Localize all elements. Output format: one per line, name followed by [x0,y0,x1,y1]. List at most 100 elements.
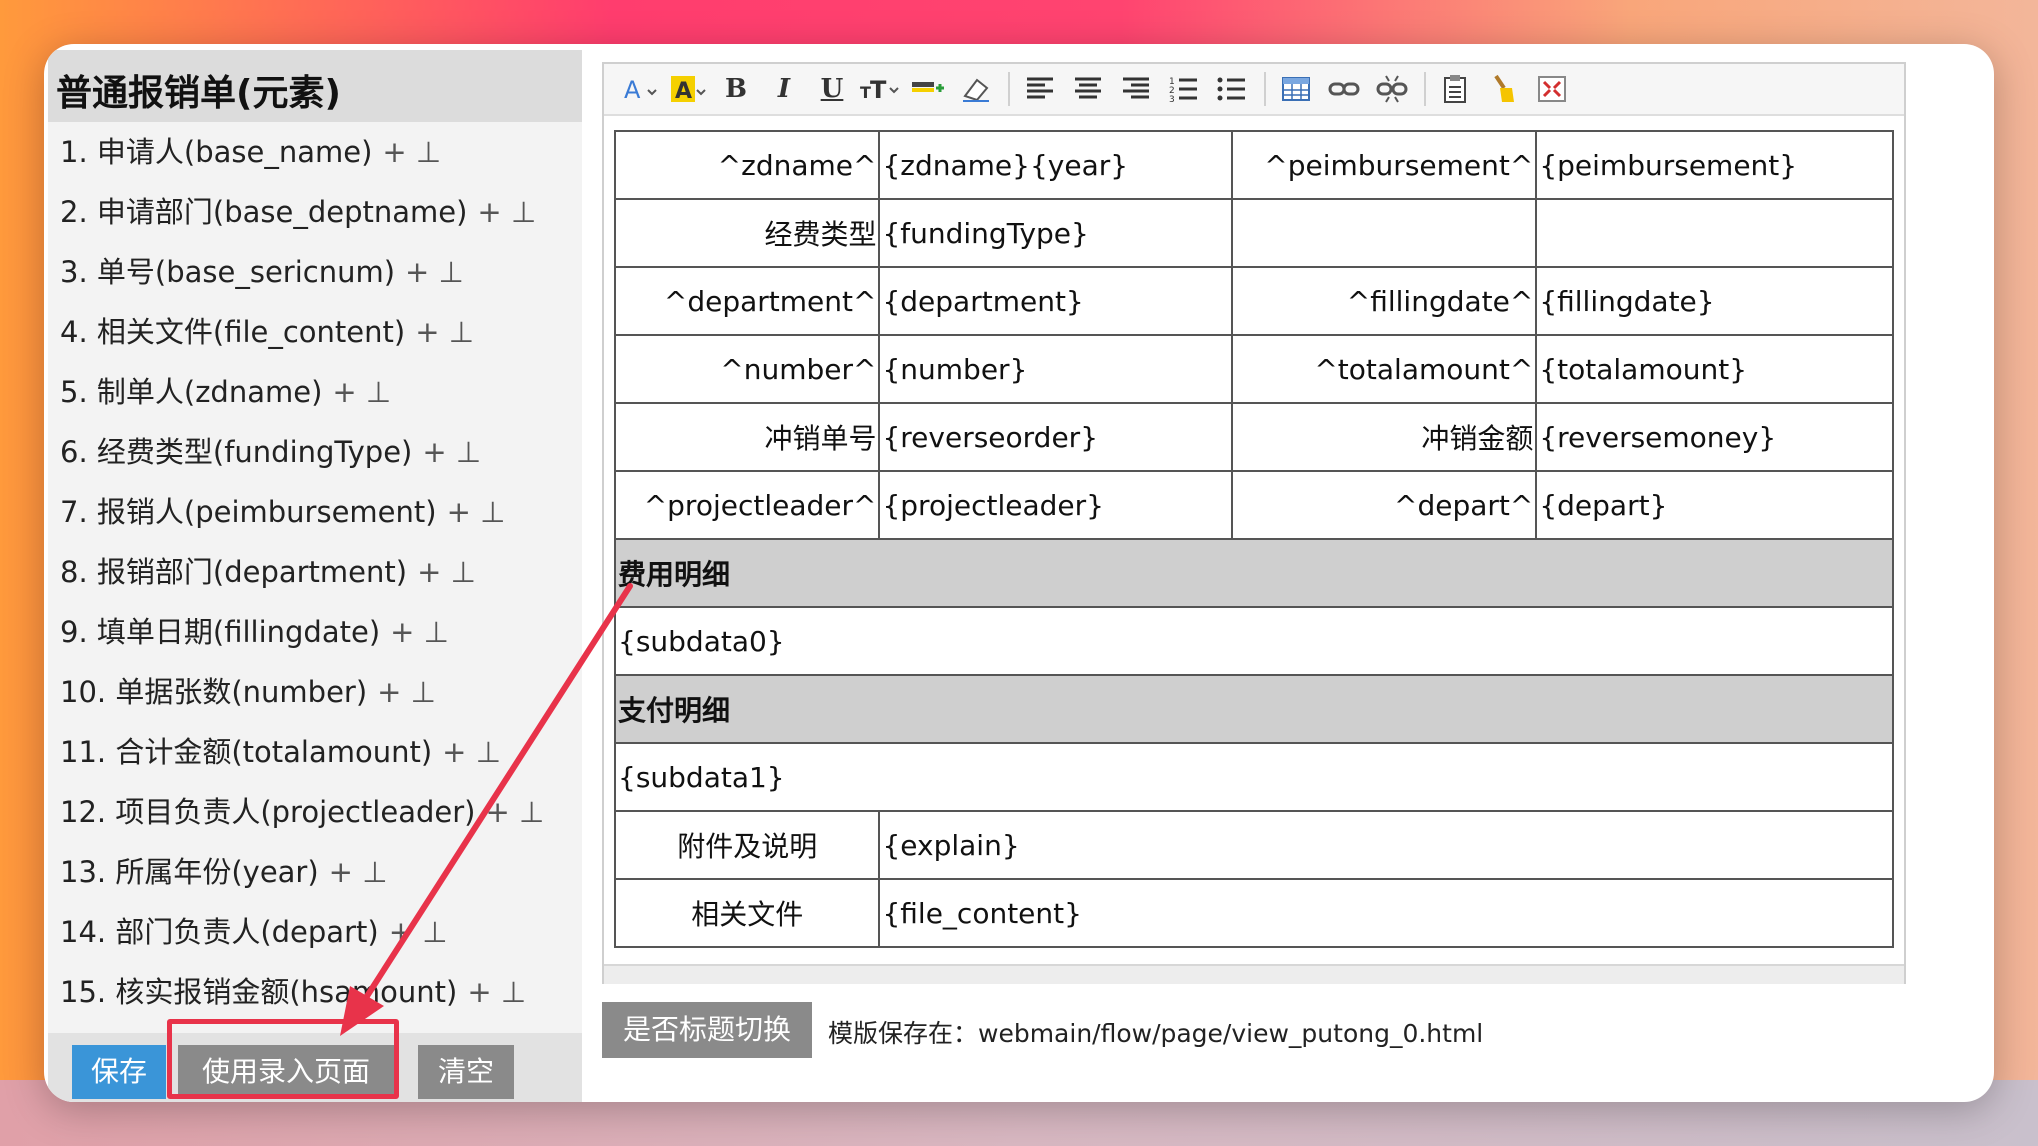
align-left-icon[interactable] [1020,69,1060,109]
font-size-icon[interactable]: A [620,69,660,109]
save-button[interactable]: 保存 [72,1045,166,1099]
table-cell-value[interactable]: {peimbursement} [1535,130,1894,200]
field-ops[interactable]: + ⊥ [389,915,448,949]
field-label[interactable]: 3. 单号(base_sericnum) [60,255,395,289]
field-label[interactable]: 4. 相关文件(file_content) [60,315,405,349]
field-ops[interactable]: + ⊥ [382,135,441,169]
bold-icon[interactable]: B [716,69,756,109]
field-label[interactable]: 15. 核实报销金额(hsamount) [60,975,457,1009]
table-cell-value[interactable]: {zdname}{year} [878,130,1233,200]
highlight-icon[interactable] [908,69,948,109]
field-item[interactable]: 4. 相关文件(file_content) + ⊥ [60,302,582,362]
field-ops[interactable]: + ⊥ [332,375,391,409]
field-label[interactable]: 12. 项目负责人(projectleader) [60,795,475,829]
table-cell-value[interactable]: {number} [878,334,1233,404]
field-item[interactable]: 13. 所属年份(year) + ⊥ [60,842,582,902]
table-cell-label[interactable]: 经费类型 [613,198,881,268]
field-label[interactable]: 11. 合计金额(totalamount) [60,735,432,769]
table-cell-value[interactable]: {totalamount} [1535,334,1894,404]
field-item[interactable]: 2. 申请部门(base_deptname) + ⊥ [60,182,582,242]
field-ops[interactable]: + ⊥ [417,555,476,589]
field-label[interactable]: 7. 报销人(peimbursement) [60,495,437,529]
field-item[interactable]: 6. 经费类型(fundingType) + ⊥ [60,422,582,482]
table-cell-value[interactable]: {fundingType} [878,198,1233,268]
subdata-cell[interactable]: {subdata0} [614,606,1894,676]
field-label[interactable]: 14. 部门负责人(depart) [60,915,379,949]
field-item[interactable]: 11. 合计金额(totalamount) + ⊥ [60,722,582,782]
eraser-icon[interactable] [956,69,996,109]
field-ops[interactable]: + ⊥ [442,735,501,769]
table-cell-value[interactable]: {department} [878,266,1233,336]
table-cell-value[interactable]: {reversemoney} [1535,402,1894,472]
field-label[interactable]: 9. 填单日期(fillingdate) [60,615,380,649]
table-cell-label[interactable]: 冲销单号 [613,402,881,472]
table-cell-value[interactable]: {explain} [878,810,1894,880]
table-cell-label[interactable]: ^zdname^ [613,130,881,200]
table-cell-label[interactable]: 附件及说明 [613,810,881,880]
field-ops[interactable]: + ⊥ [485,795,544,829]
unordered-list-icon[interactable] [1212,69,1252,109]
table-cell-label[interactable]: ^fillingdate^ [1230,266,1538,336]
table-cell-value[interactable]: {projectleader} [878,470,1233,540]
field-item[interactable]: 9. 填单日期(fillingdate) + ⊥ [60,602,582,662]
field-ops[interactable]: + ⊥ [477,195,536,229]
field-item[interactable]: 12. 项目负责人(projectleader) + ⊥ [60,782,582,842]
unlink-icon[interactable] [1372,69,1412,109]
align-right-icon[interactable] [1116,69,1156,109]
field-item[interactable]: 1. 申请人(base_name) + ⊥ [60,122,582,182]
field-ops[interactable]: + ⊥ [422,435,481,469]
fullscreen-icon[interactable] [1532,69,1572,109]
table-cell-label[interactable]: ^totalamount^ [1230,334,1538,404]
field-ops[interactable]: + ⊥ [415,315,474,349]
ordered-list-icon[interactable]: 123 [1164,69,1204,109]
subdata-cell[interactable]: {subdata1} [614,742,1894,812]
italic-icon[interactable]: I [764,69,804,109]
table-cell-label[interactable]: 冲销金额 [1230,402,1538,472]
field-item[interactable]: 3. 单号(base_sericnum) + ⊥ [60,242,582,302]
table-cell-label[interactable]: ^peimbursement^ [1230,130,1538,200]
field-ops[interactable]: + ⊥ [377,675,436,709]
table-cell-value[interactable]: {depart} [1535,470,1894,540]
field-label[interactable]: 8. 报销部门(department) [60,555,407,589]
field-ops[interactable]: + ⊥ [390,615,449,649]
table-cell-empty[interactable] [1230,198,1538,268]
table-cell-empty[interactable] [1535,198,1894,268]
field-item[interactable]: 15. 核实报销金额(hsamount) + ⊥ [60,962,582,1022]
field-item[interactable]: 8. 报销部门(department) + ⊥ [60,542,582,602]
field-ops[interactable]: + ⊥ [447,495,506,529]
field-label[interactable]: 5. 制单人(zdname) [60,375,322,409]
field-ops[interactable]: + ⊥ [329,855,388,889]
underline-icon[interactable]: U [812,69,852,109]
table-cell-label[interactable]: 相关文件 [613,878,881,948]
field-label[interactable]: 2. 申请部门(base_deptname) [60,195,467,229]
field-label[interactable]: 1. 申请人(base_name) [60,135,372,169]
field-item[interactable]: 14. 部门负责人(depart) + ⊥ [60,902,582,962]
align-center-icon[interactable] [1068,69,1108,109]
field-label[interactable]: 6. 经费类型(fundingType) [60,435,412,469]
paste-icon[interactable] [1436,69,1476,109]
field-item[interactable]: 10. 单据张数(number) + ⊥ [60,662,582,722]
font-color-icon[interactable]: A [668,69,708,109]
editor-resize-bar[interactable] [604,964,1904,984]
table-cell-value[interactable]: {fillingdate} [1535,266,1894,336]
field-ops[interactable]: + ⊥ [405,255,464,289]
table-cell-label[interactable]: ^department^ [613,266,881,336]
format-brush-icon[interactable] [1484,69,1524,109]
editor-content[interactable]: ^zdname^ {zdname}{year} ^peimbursement^ … [613,130,1898,948]
table-cell-label[interactable]: ^projectleader^ [613,470,881,540]
section-header-expense[interactable]: 费用明细 [614,538,1894,608]
text-size-icon[interactable]: TT [860,69,900,109]
title-toggle-button[interactable]: 是否标题切换 [602,1002,812,1058]
table-cell-value[interactable]: {reverseorder} [878,402,1233,472]
table-cell-label[interactable]: ^depart^ [1230,470,1538,540]
table-cell-label[interactable]: ^number^ [613,334,881,404]
field-label[interactable]: 13. 所属年份(year) [60,855,319,889]
field-item[interactable]: 7. 报销人(peimbursement) + ⊥ [60,482,582,542]
table-icon[interactable] [1276,69,1316,109]
field-item[interactable]: 5. 制单人(zdname) + ⊥ [60,362,582,422]
field-ops[interactable]: + ⊥ [467,975,526,1009]
clear-button[interactable]: 清空 [418,1045,514,1099]
link-icon[interactable] [1324,69,1364,109]
table-cell-value[interactable]: {file_content} [878,878,1894,948]
section-header-payment[interactable]: 支付明细 [614,674,1894,744]
